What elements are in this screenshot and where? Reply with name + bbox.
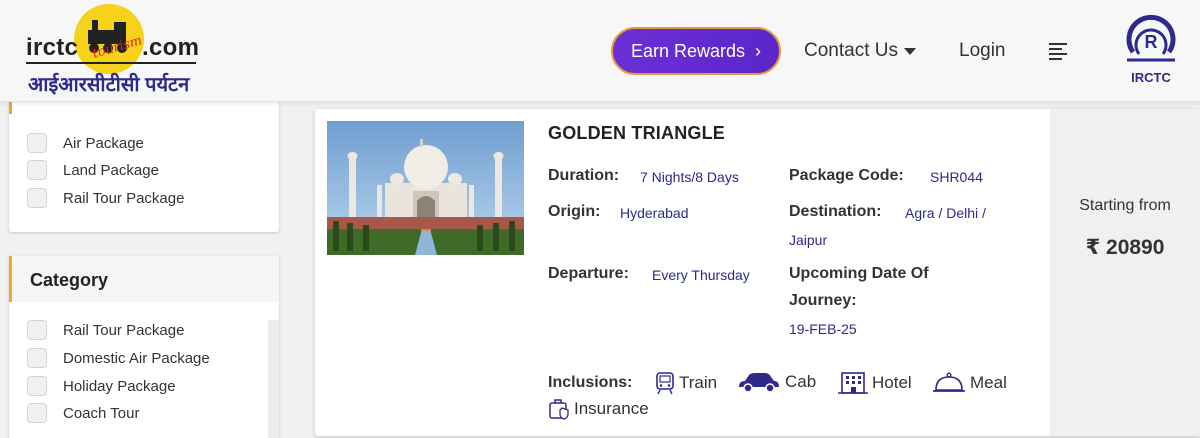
destination-value-line2: Jaipur bbox=[789, 232, 828, 248]
upcoming-date-label-line2: Journey: bbox=[789, 292, 857, 309]
duration-value: 7 Nights/8 Days bbox=[640, 169, 739, 185]
duration-label: Duration: bbox=[548, 167, 620, 184]
checkbox[interactable] bbox=[27, 188, 47, 208]
caret-down-icon bbox=[903, 47, 916, 55]
category-rail-tour-package[interactable]: Rail Tour Package bbox=[27, 320, 184, 340]
filter-label: Land Package bbox=[63, 161, 159, 179]
category-holiday-package[interactable]: Holiday Package bbox=[27, 376, 176, 396]
logo-com-text: .com bbox=[142, 34, 200, 61]
price-panel: Starting from ₹ 20890 bbox=[1050, 109, 1200, 436]
inclusion-label: Cab bbox=[785, 372, 817, 391]
inclusion-label: Insurance bbox=[574, 399, 649, 418]
inclusion-hotel: Hotel bbox=[838, 371, 912, 395]
category-filter: Category Rail Tour Package Domestic Air … bbox=[9, 256, 279, 438]
category-domestic-air-package[interactable]: Domestic Air Package bbox=[27, 348, 210, 368]
filter-label: Air Package bbox=[63, 134, 144, 152]
departure-label: Departure: bbox=[548, 265, 629, 282]
category-coach-tour[interactable]: Coach Tour bbox=[27, 403, 139, 423]
meal-icon bbox=[933, 372, 965, 392]
filter-label: Rail Tour Package bbox=[63, 189, 185, 207]
filter-air-package[interactable]: Air Package bbox=[27, 133, 144, 153]
train-icon bbox=[656, 372, 674, 395]
checkbox[interactable] bbox=[27, 320, 47, 340]
checkbox[interactable] bbox=[27, 376, 47, 396]
login-link[interactable]: Login bbox=[959, 40, 1006, 62]
logo-irctc-text: irctc bbox=[26, 34, 79, 61]
inclusion-label: Hotel bbox=[872, 373, 912, 392]
price-value: ₹ 20890 bbox=[1085, 236, 1165, 259]
login-label: Login bbox=[959, 40, 1006, 61]
contact-us-menu[interactable]: Contact Us bbox=[804, 40, 916, 62]
origin-label: Origin: bbox=[548, 203, 601, 220]
package-card[interactable]: GOLDEN TRIANGLE Duration: 7 Nights/8 Day… bbox=[315, 109, 1200, 436]
hotel-icon bbox=[838, 372, 868, 394]
inclusions-label: Inclusions: bbox=[548, 374, 633, 391]
upcoming-date-value: 19-FEB-25 bbox=[789, 321, 857, 337]
inclusion-label: Train bbox=[679, 373, 718, 392]
site-header: irctc tourism .com आईआरसीटीसी पर्यटन Ear… bbox=[0, 0, 1200, 102]
package-code-label: Package Code: bbox=[789, 167, 904, 184]
inclusion-meal: Meal bbox=[932, 371, 1007, 395]
irctc-emblem-logo[interactable]: R IRCTC bbox=[1121, 14, 1181, 86]
category-header: Category bbox=[9, 256, 279, 302]
irctc-emblem-icon: R bbox=[1126, 14, 1176, 62]
package-image[interactable] bbox=[327, 121, 524, 255]
svg-text:R: R bbox=[1145, 32, 1158, 52]
inclusion-insurance: Insurance bbox=[548, 398, 649, 420]
category-label: Domestic Air Package bbox=[63, 349, 210, 367]
category-label: Rail Tour Package bbox=[63, 321, 185, 339]
inclusion-cab: Cab bbox=[737, 371, 816, 393]
price-label: Starting from bbox=[1079, 197, 1171, 214]
checkbox[interactable] bbox=[27, 403, 47, 423]
departure-value: Every Thursday bbox=[652, 267, 750, 283]
category-scrollbar[interactable] bbox=[268, 320, 279, 438]
chevron-right-icon: › bbox=[755, 40, 762, 61]
logo-hindi-text: आईआरसीटीसी पर्यटन bbox=[28, 74, 190, 96]
package-code-value: SHR044 bbox=[930, 169, 983, 185]
checkbox[interactable] bbox=[27, 160, 47, 180]
origin-value: Hyderabad bbox=[620, 205, 689, 221]
category-label: Holiday Package bbox=[63, 377, 176, 395]
irctc-emblem-text: IRCTC bbox=[1131, 70, 1171, 85]
checkbox[interactable] bbox=[27, 348, 47, 368]
irctc-tourism-logo[interactable]: irctc tourism .com आईआरसीटीसी पर्यटन bbox=[26, 4, 226, 96]
destination-value-line1: Agra / Delhi / bbox=[905, 205, 986, 221]
category-title: Category bbox=[30, 270, 109, 290]
insurance-icon bbox=[549, 399, 569, 420]
contact-us-label: Contact Us bbox=[804, 40, 898, 61]
car-icon bbox=[739, 373, 779, 393]
package-title[interactable]: GOLDEN TRIANGLE bbox=[548, 123, 725, 144]
inclusion-train: Train bbox=[655, 371, 717, 395]
package-type-filter: Air Package Land Package Rail Tour Packa… bbox=[9, 102, 279, 232]
panel-accent-bar bbox=[9, 102, 12, 114]
checkbox[interactable] bbox=[27, 133, 47, 153]
earn-rewards-button[interactable]: Earn Rewards › bbox=[611, 27, 781, 75]
earn-rewards-label: Earn Rewards bbox=[630, 40, 746, 61]
filter-rail-tour-package[interactable]: Rail Tour Package bbox=[27, 188, 184, 208]
destination-label: Destination: bbox=[789, 203, 882, 220]
category-label: Coach Tour bbox=[63, 404, 140, 422]
filter-land-package[interactable]: Land Package bbox=[27, 160, 159, 180]
upcoming-date-label: Upcoming Date Of bbox=[789, 265, 929, 282]
hamburger-menu-icon[interactable] bbox=[1049, 42, 1069, 60]
inclusion-label: Meal bbox=[970, 373, 1007, 392]
logo-underline bbox=[26, 62, 196, 64]
